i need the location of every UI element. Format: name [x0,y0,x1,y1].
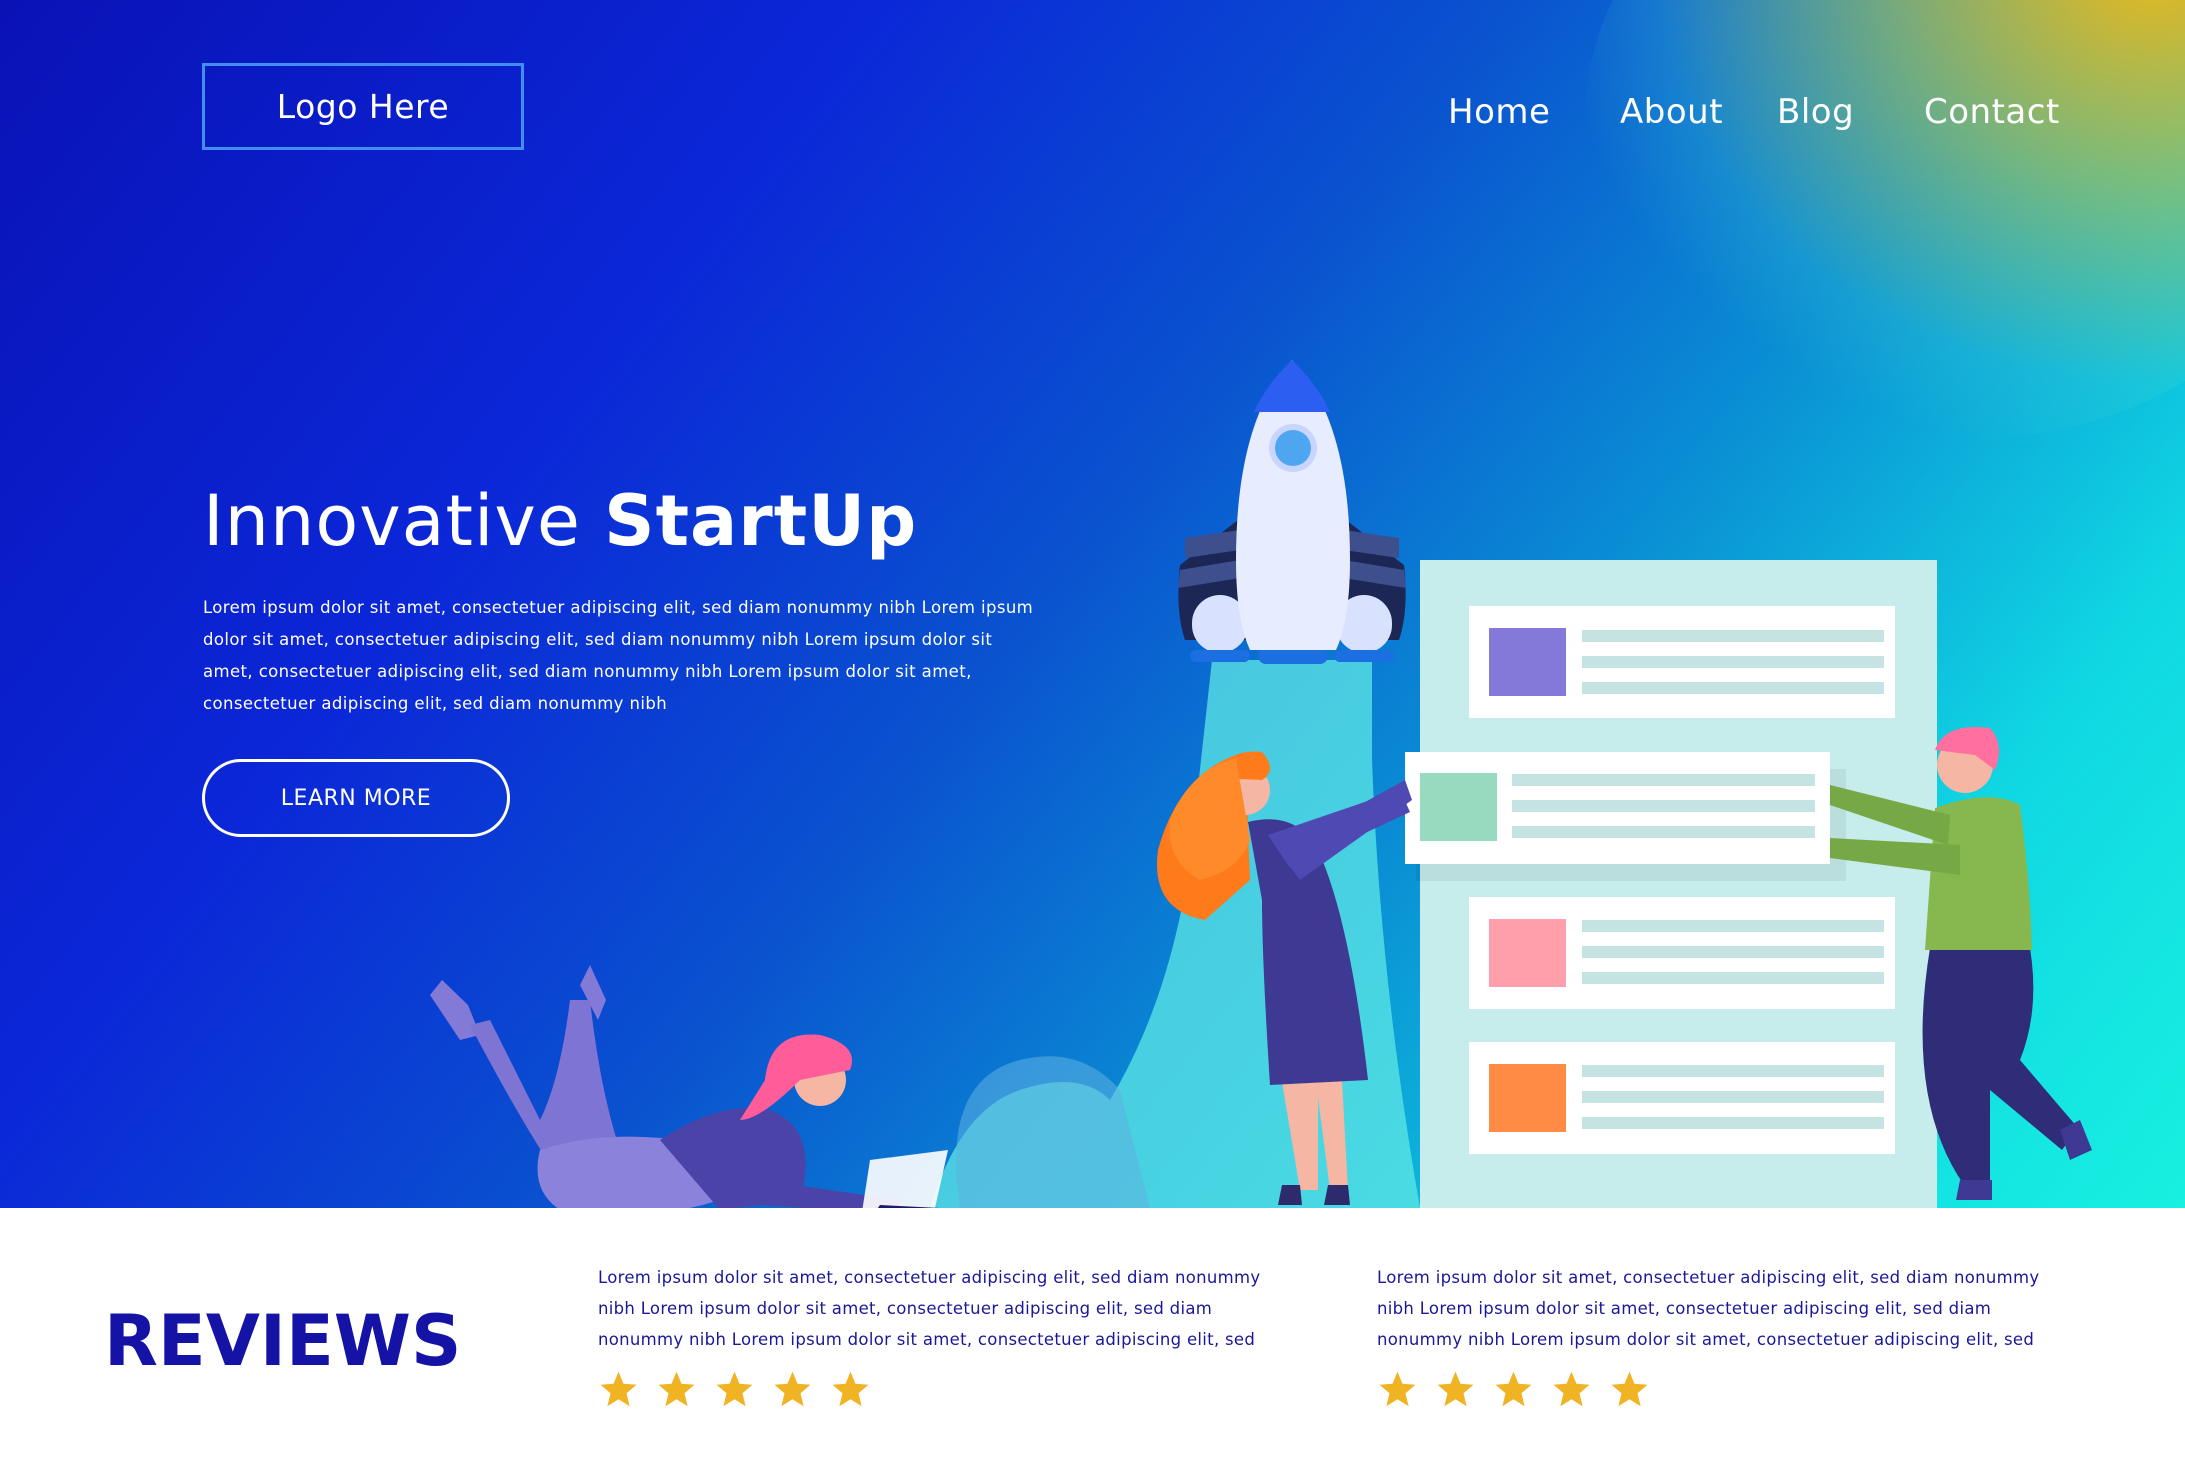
content-card-1 [1469,606,1895,718]
star-icon [658,1371,695,1407]
star-icon [1611,1371,1648,1407]
hero-section: Logo Here Home About Blog Contact Innova… [0,0,2185,1208]
review-rating [598,1369,1288,1410]
rocket-icon [1178,360,1406,664]
woman-lying-figure [430,965,948,1208]
review-card-1: Lorem ipsum dolor sit amet, consectetuer… [598,1262,1288,1410]
review-text: Lorem ipsum dolor sit amet, consectetuer… [1377,1268,2040,1349]
star-icon [716,1371,753,1407]
star-icon [1553,1371,1590,1407]
content-card-3 [1469,897,1895,1009]
star-icon [832,1371,869,1407]
startup-illustration [430,360,2092,1208]
content-card-4 [1469,1042,1895,1154]
reviews-heading: REVIEWS [104,1300,462,1382]
star-icon [1437,1371,1474,1407]
cloud-puff [956,1056,1150,1208]
review-text: Lorem ipsum dolor sit amet, consectetuer… [598,1268,1261,1349]
review-rating [1377,1369,2067,1410]
star-icon [1495,1371,1532,1407]
star-icon [774,1371,811,1407]
review-card-2: Lorem ipsum dolor sit amet, consectetuer… [1377,1262,2067,1410]
content-card-2 [1405,752,1846,881]
star-icon [1379,1371,1416,1407]
star-icon [600,1371,637,1407]
